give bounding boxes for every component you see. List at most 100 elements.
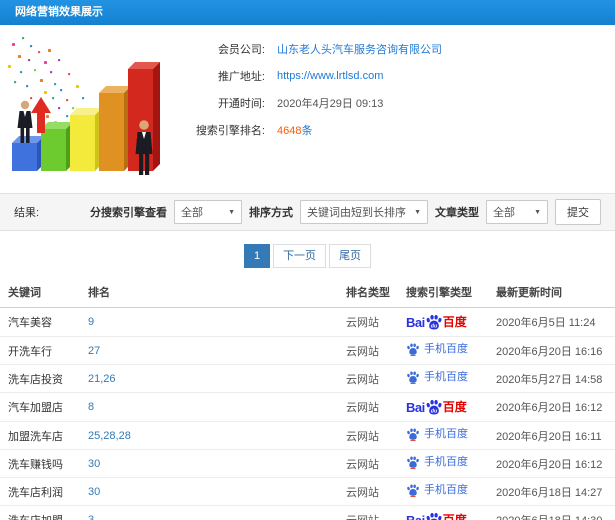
svg-text:du: du bbox=[431, 408, 438, 414]
baidu-wordmark: Bai bbox=[406, 512, 425, 520]
keyword-cell: 洗车赚钱吗 bbox=[0, 449, 80, 478]
baidu-paw-icon: du bbox=[426, 512, 442, 520]
rank-link[interactable]: 27 bbox=[88, 345, 100, 357]
info-label: 开通时间: bbox=[217, 97, 265, 110]
updated-time-cell: 2020年6月20日 16:12 bbox=[488, 392, 615, 422]
sort-select[interactable]: 关键词由短到长排序 ▼ bbox=[300, 200, 428, 224]
rank-cell: 25,28,28 bbox=[80, 421, 338, 450]
info-section: 会员公司: 山东老人头汽车服务咨询有限公司 推广地址: https://www.lrt… bbox=[0, 25, 615, 193]
table-row: 洗车赚钱吗 30 云网站 手机百度 2020年6月20日 16:12 bbox=[0, 449, 615, 478]
baidu-cn-wordmark: 百度 bbox=[442, 400, 467, 414]
mobile-baidu-label: 手机百度 bbox=[424, 483, 468, 496]
rank-link[interactable]: 25,28,28 bbox=[88, 430, 131, 442]
submit-button[interactable]: 提交 bbox=[555, 199, 601, 225]
mobile-baidu-logo: 手机百度 bbox=[406, 370, 468, 384]
column-header: 关键词 bbox=[0, 277, 80, 308]
info-row: 会员公司: 山东老人头汽车服务咨询有限公司 bbox=[180, 35, 442, 62]
baidu-cn-wordmark: 百度 bbox=[442, 315, 467, 329]
engine-cell: Baidu 百度 bbox=[398, 307, 488, 337]
info-row: 搜索引擎排名: 4648条 bbox=[180, 116, 442, 143]
article-type-select[interactable]: 全部 ▼ bbox=[486, 200, 548, 224]
rank-link[interactable]: 30 bbox=[88, 458, 100, 470]
svg-text:du: du bbox=[431, 323, 438, 329]
mobile-baidu-label: 手机百度 bbox=[424, 427, 468, 440]
info-value[interactable]: 山东老人头汽车服务咨询有限公司 bbox=[277, 41, 442, 57]
rank-cell: 3 bbox=[80, 505, 338, 520]
mobile-baidu-label: 手机百度 bbox=[424, 370, 468, 383]
mobile-baidu-logo: 手机百度 bbox=[406, 455, 468, 469]
engine-filter-label: 分搜索引擎查看 bbox=[90, 207, 167, 219]
rank-type-cell: 云网站 bbox=[338, 505, 398, 520]
rank-link[interactable]: 8 bbox=[88, 401, 94, 413]
rank-cell: 30 bbox=[80, 449, 338, 478]
updated-time-cell: 2020年6月20日 16:11 bbox=[488, 421, 615, 450]
mobile-baidu-label: 手机百度 bbox=[424, 455, 468, 468]
engine-cell: 手机百度 bbox=[398, 449, 488, 478]
rank-link[interactable]: 21,26 bbox=[88, 373, 116, 385]
sort-select-value: 关键词由短到长排序 bbox=[307, 207, 406, 219]
keyword-cell: 汽车美容 bbox=[0, 307, 80, 337]
table-body: 汽车美容 9 云网站 Bai du 百度 2020年6月5日 11:24 开洗车行 27 云网站手… bbox=[0, 307, 615, 520]
page-title: 网络营销效果展示 bbox=[0, 0, 615, 25]
filter-bar: 结果: 分搜索引擎查看 全部 ▼ 排序方式 关键词由短到长排序 ▼ 文章类型 全… bbox=[0, 193, 615, 231]
baidu-paw-icon bbox=[407, 343, 419, 356]
rank-type-cell: 云网站 bbox=[338, 336, 398, 365]
rank-cell: 27 bbox=[80, 336, 338, 365]
baidu-logo: Baidu百度 bbox=[406, 511, 467, 520]
info-label: 推广地址: bbox=[217, 70, 265, 83]
rank-link[interactable]: 9 bbox=[88, 316, 94, 328]
rank-type-cell: 云网站 bbox=[338, 307, 398, 337]
article-type-label: 文章类型 bbox=[435, 207, 479, 219]
page-button-current[interactable]: 1 bbox=[243, 244, 271, 268]
rank-link[interactable]: 30 bbox=[88, 486, 100, 498]
rank-cell: 8 bbox=[80, 392, 338, 422]
page-button[interactable]: 下一页 bbox=[273, 244, 327, 268]
column-header: 最新更新时间 bbox=[488, 277, 615, 308]
info-label: 会员公司: bbox=[217, 43, 265, 56]
info-row: 开通时间: 2020年4月29日 09:13 bbox=[180, 89, 442, 116]
mobile-baidu-logo: 手机百度 bbox=[406, 427, 468, 441]
table-row: 洗车店投资 21,26 云网站 手机百度 2020年5月27日 14:58 bbox=[0, 364, 615, 393]
rank-cell: 21,26 bbox=[80, 364, 338, 393]
mobile-baidu-logo: 手机百度 bbox=[406, 342, 468, 356]
info-label: 搜索引擎排名: bbox=[195, 124, 265, 137]
column-header: 搜索引擎类型 bbox=[398, 277, 488, 308]
page-button[interactable]: 尾页 bbox=[329, 244, 372, 268]
baidu-wordmark: Bai bbox=[406, 399, 425, 415]
rank-type-cell: 云网站 bbox=[338, 477, 398, 506]
table-row: 汽车美容 9 云网站 Bai du 百度 2020年6月5日 11:24 bbox=[0, 307, 615, 337]
mobile-baidu-logo: 手机百度 bbox=[406, 483, 468, 497]
article-type-select-value: 全部 bbox=[493, 207, 515, 219]
result-label: 结果: bbox=[14, 207, 40, 219]
chevron-down-icon: ▼ bbox=[414, 208, 421, 216]
ranking-count-unit: 条 bbox=[301, 124, 313, 137]
bar-chart-illustration-svg bbox=[8, 37, 160, 175]
info-row: 推广地址: https://www.lrtlsd.com bbox=[180, 62, 442, 89]
keyword-cell: 洗车店投资 bbox=[0, 364, 80, 393]
updated-time-cell: 2020年6月20日 16:12 bbox=[488, 449, 615, 478]
rank-type-cell: 云网站 bbox=[338, 392, 398, 422]
baidu-wordmark: Bai bbox=[406, 314, 425, 330]
engine-cell: 手机百度 bbox=[398, 336, 488, 365]
table-header-row: 关键词 排名 排名类型 搜索引擎类型 最新更新时间 bbox=[0, 277, 615, 308]
keyword-cell: 汽车加盟店 bbox=[0, 392, 80, 422]
updated-time-cell: 2020年6月18日 14:27 bbox=[488, 477, 615, 506]
engine-select[interactable]: 全部 ▼ bbox=[174, 200, 242, 224]
rank-link[interactable]: 3 bbox=[88, 514, 94, 520]
keyword-cell: 加盟洗车店 bbox=[0, 421, 80, 450]
engine-cell: 手机百度 bbox=[398, 477, 488, 506]
page-title-text: 网络营销效果展示 bbox=[15, 6, 103, 18]
table-row: 开洗车行 27 云网站 手机百度 2020年6月20日 16:16 bbox=[0, 336, 615, 365]
table-row: 加盟洗车店 25,28,28 云网站 手机百度 2020年6月20日 16:11 bbox=[0, 421, 615, 450]
updated-time-cell: 2020年6月18日 14:30 bbox=[488, 505, 615, 520]
info-value[interactable]: https://www.lrtlsd.com bbox=[277, 70, 383, 82]
sort-filter-label: 排序方式 bbox=[249, 207, 293, 219]
baidu-paw-icon bbox=[407, 456, 419, 469]
baidu-paw-icon bbox=[407, 484, 419, 497]
updated-time-cell: 2020年6月5日 11:24 bbox=[488, 307, 615, 337]
results-table: 关键词 排名 排名类型 搜索引擎类型 最新更新时间 汽车美容 9 云网站 Bai du 百度 202… bbox=[0, 277, 615, 520]
table-row: 汽车加盟店 8 云网站 Bai du 百度 2020年6月20日 16:12 bbox=[0, 392, 615, 422]
engine-cell: 手机百度 bbox=[398, 421, 488, 450]
baidu-paw-icon: du bbox=[426, 314, 442, 330]
engine-cell: Baidu 百度 bbox=[398, 392, 488, 422]
